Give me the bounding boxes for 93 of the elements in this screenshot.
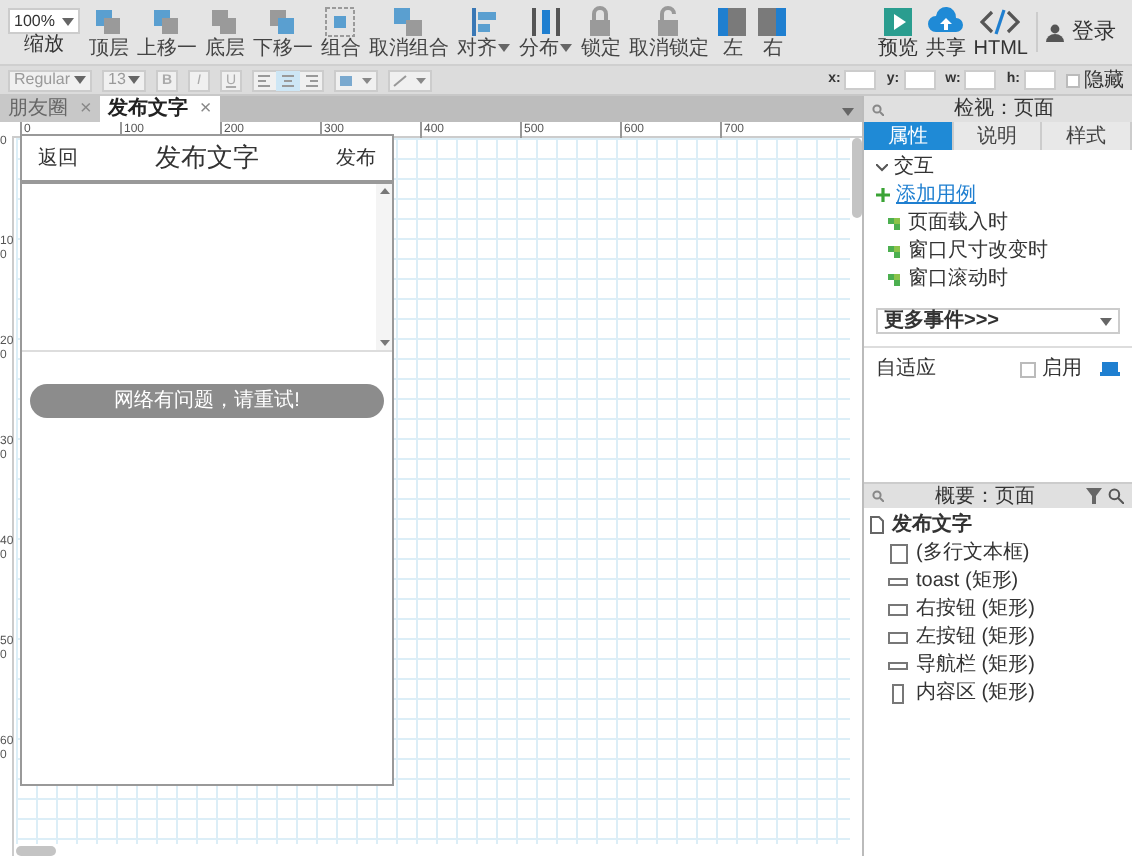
toolbar-button[interactable]: 左 — [716, 5, 749, 59]
event-icon — [888, 273, 900, 285]
caret-icon — [842, 108, 854, 116]
toolbar-button[interactable]: 底层 — [204, 5, 245, 59]
zoom-field[interactable]: 100% — [8, 8, 81, 34]
input-field[interactable] — [903, 70, 936, 90]
tree-item[interactable]: 左按钮 (矩形) — [916, 626, 1035, 648]
line-style-icon[interactable] — [388, 69, 432, 91]
filter-icon[interactable] — [1086, 488, 1102, 504]
tab-label: 朋友圈 — [8, 98, 68, 120]
preview-icon — [881, 5, 914, 37]
toolbar-button[interactable]: 预览 — [877, 5, 918, 59]
left-panel-icon — [716, 5, 749, 37]
toolbar-button[interactable]: 取消锁定 — [628, 5, 709, 59]
panel-title: 检视：页面 — [952, 98, 1056, 120]
tree-item[interactable]: 导航栏 (矩形) — [916, 654, 1035, 676]
layers-icon — [150, 5, 183, 37]
fill-color-icon[interactable] — [334, 69, 378, 91]
toast-message: 网络有问题，请重试! — [30, 384, 384, 418]
hide-label: 隐藏 — [1084, 69, 1124, 91]
tab-label: 发布文字 — [107, 98, 188, 120]
layers-icon — [266, 5, 299, 37]
toolbar-button[interactable]: 右 — [756, 5, 789, 59]
right-panel-icon — [756, 5, 789, 37]
tree-item[interactable]: (多行文本框) — [916, 542, 1030, 564]
event-icon — [888, 217, 900, 229]
caret-icon — [74, 76, 86, 84]
search-icon[interactable] — [872, 490, 884, 502]
text-align-icon[interactable] — [252, 69, 324, 91]
textarea-icon — [889, 543, 907, 563]
event-item[interactable]: 窗口尺寸改变时 — [908, 240, 1048, 262]
caret-icon — [1100, 317, 1112, 325]
input-field[interactable] — [1024, 70, 1056, 90]
input-field[interactable] — [964, 70, 997, 90]
chevron-icon — [876, 163, 888, 171]
tree-item[interactable]: 右按钮 (矩形) — [916, 598, 1035, 620]
adaptive-label: 自适应 — [876, 358, 938, 380]
back-link[interactable]: 返回 — [38, 143, 78, 173]
layers-icon — [208, 5, 241, 37]
search-icon[interactable] — [1108, 488, 1124, 504]
close-button[interactable]: × — [199, 98, 212, 120]
more-events-dropdown[interactable]: 更多事件>>> — [876, 308, 1120, 334]
toolbar-button[interactable]: 共享 — [925, 5, 966, 59]
toolbar-button[interactable]: 组合 — [320, 5, 361, 59]
event-item[interactable]: 窗口滚动时 — [908, 268, 1008, 290]
inspector-tab[interactable]: 属性 — [864, 122, 954, 150]
tree-item[interactable]: 发布文字 — [892, 514, 972, 536]
plus-icon — [876, 188, 890, 202]
toolbar-button[interactable]: 对齐 — [456, 5, 511, 59]
toolbar-button[interactable]: 分布 — [518, 5, 573, 59]
caret-icon — [62, 17, 75, 25]
panel-title: 概要：页面 — [933, 485, 1037, 507]
toolbar-button[interactable]: HTML — [973, 5, 1028, 59]
code-icon — [980, 5, 1021, 37]
cloud-upload-icon — [927, 5, 964, 37]
caret-icon — [128, 76, 140, 84]
toolbar-button[interactable]: 锁定 — [580, 5, 621, 59]
section-header[interactable]: 交互 — [876, 156, 1120, 178]
page-icon — [870, 516, 884, 534]
toolbar-button[interactable]: 顶层 — [88, 5, 129, 59]
align-left-icon — [467, 5, 500, 37]
publish-link[interactable]: 发布 — [336, 143, 376, 173]
tree-item[interactable]: toast (矩形) — [916, 570, 1019, 592]
scrollbar[interactable] — [376, 184, 392, 350]
vertical-scrollbar[interactable] — [852, 138, 862, 218]
enable-label: 启用 — [1042, 358, 1082, 380]
toolbar-button[interactable]: 上移一 — [136, 5, 197, 59]
page-title: 发布文字 — [155, 140, 259, 177]
distribute-icon — [529, 5, 562, 37]
scroll-down-icon[interactable] — [379, 340, 389, 346]
input-field[interactable] — [844, 70, 877, 90]
add-case-link[interactable]: 添加用例 — [896, 184, 976, 206]
inspector-tab[interactable]: 样式 — [1042, 122, 1132, 150]
group-icon — [324, 5, 357, 37]
login-button[interactable]: 登录 — [1046, 15, 1124, 49]
tree-item[interactable]: 内容区 (矩形) — [916, 682, 1035, 704]
user-icon — [1046, 23, 1064, 41]
zoom-label: 缩放 — [24, 34, 65, 56]
layers-icon — [92, 5, 125, 37]
toolbar-button[interactable]: 取消组合 — [368, 5, 449, 59]
devices-icon[interactable] — [1100, 362, 1120, 376]
event-item[interactable]: 页面载入时 — [908, 212, 1008, 234]
scroll-up-icon[interactable] — [379, 188, 389, 194]
search-icon[interactable] — [872, 103, 884, 115]
checkbox[interactable] — [1020, 361, 1036, 377]
horizontal-scrollbar[interactable] — [16, 846, 56, 856]
inspector-tab[interactable]: 说明 — [953, 122, 1043, 150]
rectangle-icon — [892, 683, 904, 703]
toolbar-button[interactable]: 下移一 — [252, 5, 313, 59]
checkbox[interactable] — [1066, 73, 1080, 87]
document-tab[interactable]: 发布文字 × — [99, 96, 220, 122]
ungroup-icon — [392, 5, 425, 37]
event-icon — [888, 245, 900, 257]
